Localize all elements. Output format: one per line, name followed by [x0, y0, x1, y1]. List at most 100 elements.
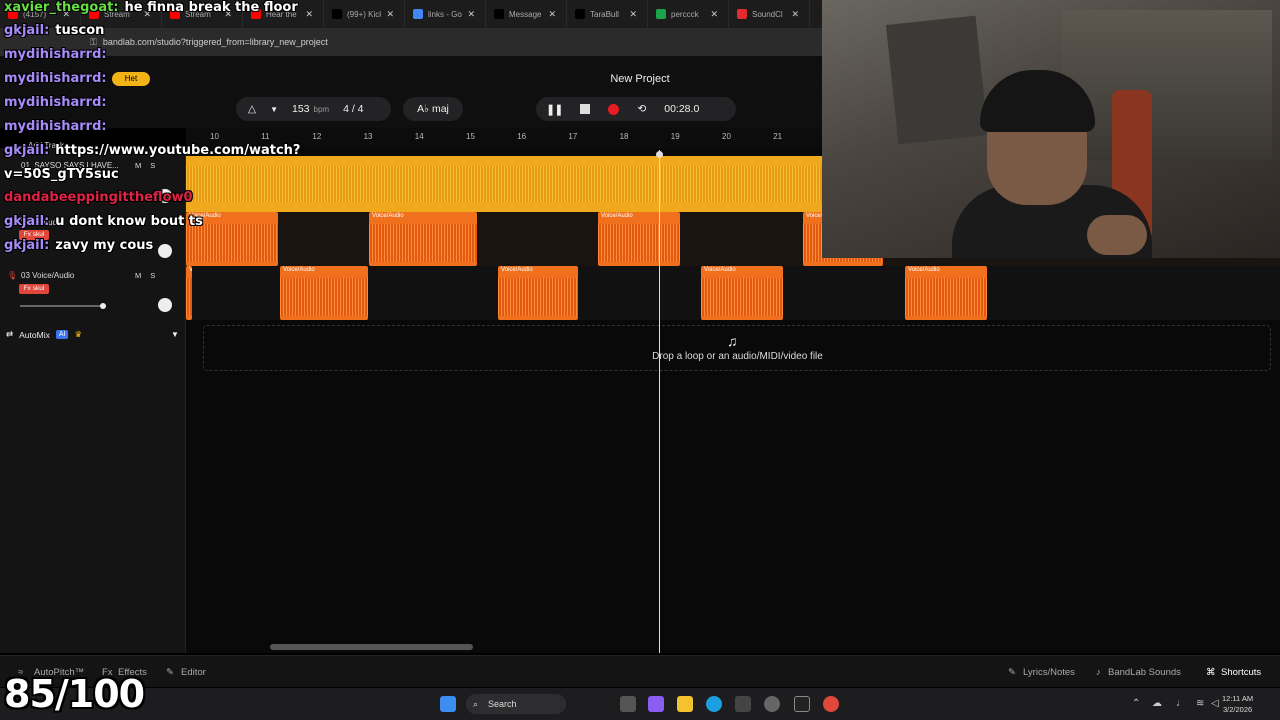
metronome-icon[interactable]: △: [248, 103, 256, 115]
app-icon[interactable]: [794, 696, 810, 712]
search-label: Search: [488, 699, 517, 709]
copilot-icon[interactable]: [648, 696, 664, 712]
close-tab-icon[interactable]: ✕: [629, 9, 637, 20]
ruler-bar-number: 12: [312, 132, 322, 141]
audio-clip[interactable]: Voice/Audio: [369, 212, 477, 266]
start-icon[interactable]: [440, 696, 456, 712]
automix-label: AutoMix: [19, 329, 50, 340]
clip-waveform: [598, 224, 680, 262]
clip-label: Voice/Audio: [501, 267, 533, 273]
key-value[interactable]: A♭ maj: [417, 103, 449, 115]
mute-button[interactable]: M: [135, 161, 141, 170]
mic-icon[interactable]: ♩: [1176, 698, 1186, 709]
horizontal-scrollbar[interactable]: [270, 644, 473, 650]
close-tab-icon[interactable]: ✕: [305, 9, 313, 20]
chevron-up-icon[interactable]: ⌃: [1132, 698, 1140, 709]
taskbar-clock[interactable]: 12:11 AM 3/2/2026: [1222, 693, 1253, 715]
audio-lane-3[interactable]: Voice/Audio Voice/Audio Voice/Audio Voice/A…: [186, 266, 1280, 320]
tab-favicon: [332, 9, 342, 19]
chat-username: gkjail:: [4, 143, 50, 158]
slider-thumb[interactable]: [100, 303, 106, 309]
lyrics-icon[interactable]: ✎: [1008, 667, 1016, 678]
chevron-down-icon[interactable]: ▼: [270, 105, 278, 114]
tab-favicon: [737, 9, 747, 19]
audio-clip[interactable]: Voice/Audio: [186, 266, 192, 320]
file-explorer-icon[interactable]: [677, 696, 693, 712]
key-control[interactable]: A♭ maj: [403, 97, 463, 121]
editor-button[interactable]: Editor: [181, 667, 206, 678]
close-tab-icon[interactable]: ✕: [791, 9, 799, 20]
track-name[interactable]: 03 Voice/Audio: [21, 271, 74, 280]
ruler-bar-number: 13: [363, 132, 373, 141]
browser-tab[interactable]: (99+) Kick ✕: [324, 0, 405, 28]
chat-text: v=50S_gTY5suc: [4, 167, 119, 182]
hot-badge: Het: [112, 72, 150, 86]
ruler-bar-number: 21: [773, 132, 783, 141]
close-tab-icon[interactable]: ✕: [467, 9, 475, 20]
mute-button[interactable]: M: [135, 271, 141, 280]
editor-icon[interactable]: ✎: [166, 667, 174, 678]
chat-message: gkjail: tuscon: [4, 23, 104, 38]
audio-clip[interactable]: Voice/Audio: [905, 266, 987, 320]
volume-slider[interactable]: [20, 303, 106, 309]
audio-clip[interactable]: Voice/Audio: [598, 212, 680, 266]
browser-tab[interactable]: perccck ✕: [648, 0, 729, 28]
clip-label: Voice/Audio: [372, 213, 404, 219]
close-tab-icon[interactable]: ✕: [548, 9, 556, 20]
time-display: 00:28.0: [664, 103, 700, 115]
browser-tab[interactable]: TaraBull ✕: [567, 0, 648, 28]
volume-icon[interactable]: ◁: [1211, 698, 1219, 709]
tab-label: SoundCl: [752, 9, 783, 19]
bandlab-sounds-button[interactable]: BandLab Sounds: [1108, 667, 1181, 678]
close-tab-icon[interactable]: ✕: [710, 9, 718, 20]
ruler-bar-number: 19: [670, 132, 680, 141]
record-button[interactable]: [608, 103, 620, 115]
solo-button[interactable]: S: [150, 271, 155, 280]
task-view-icon[interactable]: [620, 696, 636, 712]
edge-icon[interactable]: [706, 696, 722, 712]
tempo-control[interactable]: △ ▼ 153 bpm 4 / 4: [236, 97, 391, 121]
volume-knob[interactable]: [158, 244, 172, 258]
chat-username: gkjail:: [4, 23, 50, 38]
tab-favicon: [494, 9, 504, 19]
audio-clip[interactable]: Voice/Audio: [701, 266, 783, 320]
shortcuts-icon[interactable]: ⌘: [1206, 667, 1216, 678]
automix-toggle[interactable]: ⇄ AutoMix AI ♛ ▼: [6, 329, 179, 340]
browser-tab[interactable]: Message ✕: [486, 0, 567, 28]
pause-icon[interactable]: ❚❚: [546, 103, 563, 116]
tempo-value[interactable]: 153: [292, 103, 310, 115]
chat-text: tuscon: [55, 23, 105, 38]
chat-username: mydihisharrd:: [4, 119, 107, 134]
playhead[interactable]: [659, 150, 660, 653]
time-signature[interactable]: 4 / 4: [343, 103, 363, 115]
fx-badge[interactable]: Fx skul: [19, 284, 49, 294]
store-icon[interactable]: [735, 696, 751, 712]
address-bar[interactable]: ⚿ bandlab.com/studio?triggered_from=libr…: [0, 28, 822, 56]
url-text[interactable]: bandlab.com/studio?triggered_from=librar…: [103, 37, 328, 47]
stop-button[interactable]: [580, 104, 591, 114]
close-tab-icon[interactable]: ✕: [386, 9, 394, 20]
loop-icon[interactable]: ⟲: [637, 103, 646, 115]
settings-icon[interactable]: [764, 696, 780, 712]
lyrics-button[interactable]: Lyrics/Notes: [1023, 667, 1075, 678]
browser-tab[interactable]: links - Go ✕: [405, 0, 486, 28]
shortcuts-button[interactable]: Shortcuts: [1221, 667, 1261, 678]
browser-tab[interactable]: SoundCl ✕: [729, 0, 810, 28]
playhead-handle[interactable]: [656, 151, 663, 158]
ruler-bar-number: 20: [722, 132, 731, 141]
chevron-down-icon[interactable]: ▼: [171, 330, 179, 339]
chat-text: u dont know bout ts: [55, 214, 203, 229]
background-shelf: [1062, 10, 1272, 160]
audio-clip[interactable]: Voice/Audio: [498, 266, 578, 320]
streamer-hand: [1087, 215, 1147, 255]
lock-icon: ⚿: [90, 36, 97, 47]
sounds-icon[interactable]: ♪: [1096, 667, 1101, 678]
solo-button[interactable]: S: [150, 161, 155, 170]
chrome-icon[interactable]: [823, 696, 839, 712]
audio-clip[interactable]: Voice/Audio: [280, 266, 368, 320]
network-icon[interactable]: ☁: [1152, 698, 1162, 709]
wifi-icon[interactable]: ≋: [1196, 698, 1204, 709]
tab-favicon: [413, 9, 423, 19]
pan-knob[interactable]: [158, 298, 172, 312]
taskbar-search[interactable]: ⌕ Search: [466, 694, 566, 714]
